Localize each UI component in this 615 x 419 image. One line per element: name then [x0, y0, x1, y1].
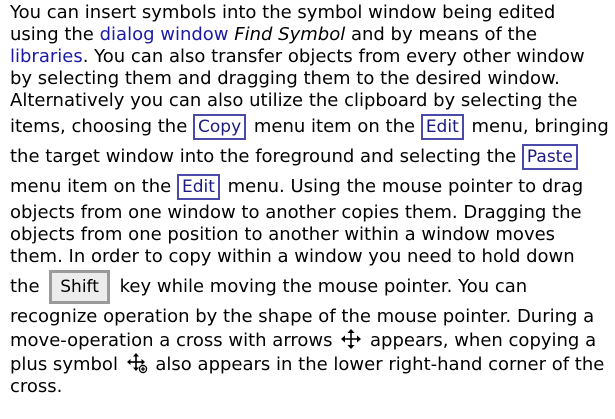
edit-menu-item: Edit — [420, 114, 464, 140]
copy-cross-plus-icon — [126, 352, 148, 374]
text-segment: menu item on the — [10, 176, 177, 197]
paste-menu-item: Paste — [521, 144, 578, 170]
text-segment: menu item on the — [248, 116, 421, 137]
find-symbol-term: Find Symbol — [234, 24, 346, 45]
text-segment: and by means of the — [345, 24, 538, 45]
copy-menu-item: Copy — [193, 114, 247, 140]
move-cross-arrows-icon — [340, 328, 362, 350]
shift-key: Shift — [49, 270, 110, 304]
edit-menu-item: Edit — [176, 174, 220, 200]
help-document: You can insert symbols into the symbol w… — [0, 0, 615, 419]
help-paragraph: You can insert symbols into the symbol w… — [10, 2, 609, 398]
dialog-window-link[interactable]: dialog window — [100, 24, 229, 45]
libraries-link[interactable]: libraries — [10, 46, 83, 67]
